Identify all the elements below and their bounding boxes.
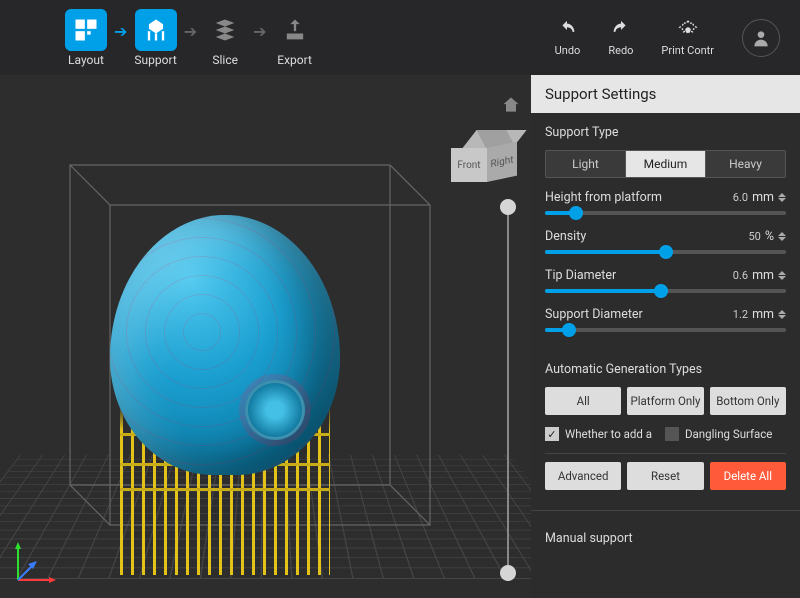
chevron-down-icon[interactable] bbox=[778, 237, 786, 241]
autogen-bottom-button[interactable]: Bottom Only bbox=[710, 387, 786, 415]
slice-icon bbox=[204, 9, 246, 51]
height-slider[interactable] bbox=[545, 211, 786, 215]
dangling-surface-label: Dangling Surface bbox=[685, 427, 772, 441]
stage-layout[interactable]: Layout bbox=[62, 9, 110, 67]
undo-icon bbox=[556, 19, 578, 41]
chevron-down-icon[interactable] bbox=[778, 198, 786, 202]
delete-all-button[interactable]: Delete All bbox=[710, 462, 786, 490]
viewcube-front-face[interactable]: Front bbox=[451, 148, 487, 182]
tip-slider-thumb[interactable] bbox=[654, 284, 668, 298]
density-value-input[interactable] bbox=[729, 230, 761, 243]
view-home-button[interactable] bbox=[501, 95, 521, 119]
model-mesh[interactable] bbox=[110, 215, 340, 475]
viewport-3d[interactable]: Front Right bbox=[0, 75, 531, 598]
layout-icon bbox=[65, 9, 107, 51]
tip-slider[interactable] bbox=[545, 289, 786, 293]
chevron-up-icon[interactable] bbox=[778, 232, 786, 236]
density-unit: % bbox=[765, 229, 774, 244]
density-label: Density bbox=[545, 229, 586, 244]
viewcube-right-face[interactable]: Right bbox=[487, 142, 517, 182]
base-checkbox[interactable]: ✓ Whether to add a b bbox=[545, 427, 653, 441]
supportd-label: Support Diameter bbox=[545, 307, 643, 322]
print-control-label: Print Contr bbox=[661, 44, 714, 57]
checkbox-empty-icon bbox=[665, 427, 679, 441]
supportd-spinner[interactable] bbox=[778, 310, 786, 319]
stage-slice[interactable]: Slice bbox=[201, 9, 249, 67]
advanced-button[interactable]: Advanced bbox=[545, 462, 621, 490]
undo-label: Undo bbox=[555, 44, 581, 57]
stage-slice-label: Slice bbox=[212, 53, 238, 67]
print-control-button[interactable]: Print Contr bbox=[661, 19, 714, 57]
workflow-stages: Layout ➔ Support ➔ Slice ➔ Export bbox=[62, 9, 319, 67]
support-type-light[interactable]: Light bbox=[546, 151, 626, 177]
clip-slider-top-handle[interactable] bbox=[500, 199, 516, 215]
undo-button[interactable]: Undo bbox=[555, 19, 581, 57]
stage-arrow-icon: ➔ bbox=[184, 22, 197, 41]
density-slider[interactable] bbox=[545, 250, 786, 254]
height-unit: mm bbox=[752, 190, 774, 205]
export-icon bbox=[274, 9, 316, 51]
height-slider-thumb[interactable] bbox=[569, 206, 583, 220]
autogen-all-button[interactable]: All bbox=[545, 387, 621, 415]
tip-value-input[interactable] bbox=[716, 269, 748, 282]
stage-support-label: Support bbox=[134, 53, 176, 67]
stage-export-label: Export bbox=[277, 53, 312, 67]
manual-support-label: Manual support bbox=[545, 531, 786, 546]
dangling-surface-checkbox[interactable]: Dangling Surface bbox=[665, 427, 772, 441]
stage-arrow-icon: ➔ bbox=[114, 22, 127, 41]
home-icon bbox=[501, 95, 521, 115]
chevron-up-icon[interactable] bbox=[778, 271, 786, 275]
tip-spinner[interactable] bbox=[778, 271, 786, 280]
axis-gizmo bbox=[12, 540, 58, 586]
support-type-label: Support Type bbox=[545, 125, 786, 140]
redo-button[interactable]: Redo bbox=[608, 19, 633, 57]
checkmark-icon: ✓ bbox=[545, 427, 559, 441]
height-label: Height from platform bbox=[545, 190, 662, 205]
tip-label: Tip Diameter bbox=[545, 268, 616, 283]
top-toolbar: Layout ➔ Support ➔ Slice ➔ Export Undo bbox=[0, 0, 800, 75]
print-control-icon bbox=[677, 19, 699, 41]
support-type-segmented: Light Medium Heavy bbox=[545, 150, 786, 178]
supportd-slider-thumb[interactable] bbox=[562, 323, 576, 337]
density-slider-thumb[interactable] bbox=[659, 245, 673, 259]
base-checkbox-label: Whether to add a b bbox=[565, 427, 653, 441]
stage-layout-label: Layout bbox=[68, 53, 104, 67]
chevron-down-icon[interactable] bbox=[778, 276, 786, 280]
chevron-down-icon[interactable] bbox=[778, 315, 786, 319]
chevron-up-icon[interactable] bbox=[778, 310, 786, 314]
redo-icon bbox=[610, 19, 632, 41]
support-settings-panel: Support Settings Support Type Light Medi… bbox=[531, 75, 800, 598]
stage-export[interactable]: Export bbox=[271, 9, 319, 67]
supportd-slider[interactable] bbox=[545, 328, 786, 332]
stage-arrow-icon: ➔ bbox=[253, 22, 266, 41]
supportd-unit: mm bbox=[752, 307, 774, 322]
supportd-value-input[interactable] bbox=[716, 308, 748, 321]
stage-support[interactable]: Support bbox=[131, 9, 179, 67]
divider bbox=[531, 510, 800, 511]
view-cube[interactable]: Front Right bbox=[451, 130, 521, 185]
height-value-input[interactable] bbox=[716, 191, 748, 204]
height-spinner[interactable] bbox=[778, 193, 786, 202]
divider bbox=[545, 453, 786, 454]
panel-title: Support Settings bbox=[531, 75, 800, 113]
user-account-button[interactable] bbox=[742, 19, 780, 57]
tip-unit: mm bbox=[752, 268, 774, 283]
support-type-medium[interactable]: Medium bbox=[626, 151, 706, 177]
density-spinner[interactable] bbox=[778, 232, 786, 241]
autogen-types-label: Automatic Generation Types bbox=[545, 362, 786, 377]
chevron-up-icon[interactable] bbox=[778, 193, 786, 197]
autogen-platform-button[interactable]: Platform Only bbox=[627, 387, 703, 415]
user-icon bbox=[751, 28, 771, 48]
redo-label: Redo bbox=[608, 44, 633, 57]
support-icon bbox=[135, 9, 177, 51]
reset-button[interactable]: Reset bbox=[627, 462, 703, 490]
toolbar-right: Undo Redo Print Contr bbox=[555, 19, 780, 57]
support-type-heavy[interactable]: Heavy bbox=[706, 151, 785, 177]
clip-slider-track[interactable] bbox=[507, 205, 509, 575]
clip-slider-bottom-handle[interactable] bbox=[500, 565, 516, 581]
